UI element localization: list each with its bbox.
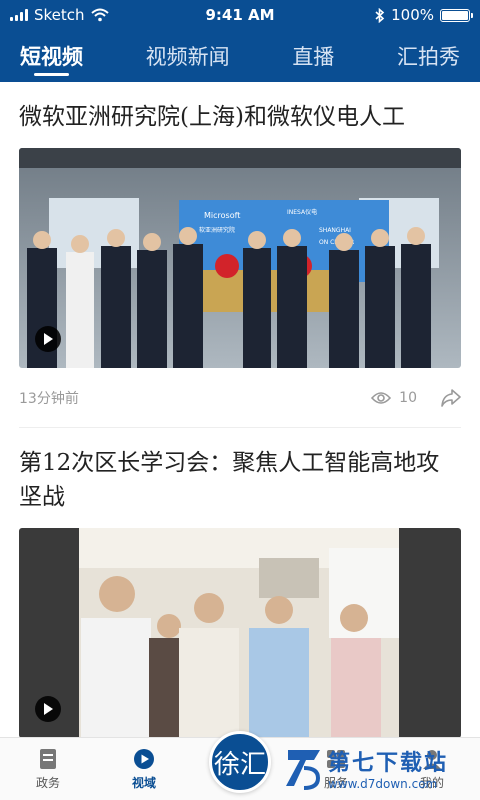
video-scene-illustration: Microsoft INESA仪电 软亚洲研究院 SHANGHAI ON CEN…	[19, 148, 461, 368]
sign-right-line: SHANGHAI	[319, 227, 351, 234]
article-card[interactable]: 第12次区长学习会：聚焦人工智能高地攻坚战	[0, 428, 480, 737]
article-title[interactable]: 微软亚洲研究院(上海)和微软仪电人工	[19, 82, 461, 134]
article-meta: 13分钟前 10	[19, 368, 461, 428]
video-thumbnail[interactable]: Microsoft INESA仪电 软亚洲研究院 SHANGHAI ON CEN…	[19, 148, 461, 368]
play-button[interactable]	[35, 326, 61, 352]
meta-actions: 10	[371, 388, 461, 407]
status-right: 100%	[375, 6, 473, 24]
carrier-name: Sketch	[34, 6, 85, 24]
play-button[interactable]	[35, 696, 61, 722]
play-circle-icon	[134, 748, 154, 769]
sign-left-line: 软亚洲研究院	[199, 226, 235, 234]
status-left: Sketch	[10, 6, 109, 24]
xuhui-logo[interactable]: 徐汇	[209, 731, 271, 793]
eye-icon	[371, 391, 392, 404]
battery-fill	[442, 10, 468, 20]
watermark-url: www.d7down.com	[328, 777, 438, 791]
share-icon[interactable]	[441, 388, 461, 407]
tabbar-label: 视域	[131, 775, 156, 790]
battery-percent: 100%	[391, 6, 434, 24]
battery-icon	[440, 8, 473, 22]
view-count: 10	[399, 389, 417, 406]
site-watermark: 第七下载站 www.d7down.com	[284, 740, 474, 796]
watermark-name: 第七下载站	[328, 751, 449, 776]
status-bar: Sketch 9:41 AM 100%	[0, 0, 480, 30]
bluetooth-icon	[375, 7, 385, 23]
sign-partner: INESA仪电	[287, 208, 317, 216]
signal-icon	[10, 9, 28, 21]
publish-time: 13分钟前	[19, 390, 79, 407]
play-icon	[44, 703, 53, 715]
document-icon	[40, 748, 56, 769]
video-scene-illustration	[19, 528, 461, 737]
tabbar-item-government[interactable]: 政务	[8, 748, 88, 791]
video-feed[interactable]: 微软亚洲研究院(上海)和微软仪电人工 Microsoft INESA仪电 软亚洲…	[0, 82, 480, 737]
tab-short-video[interactable]: 短视频	[20, 30, 83, 82]
article-card[interactable]: 微软亚洲研究院(上海)和微软仪电人工 Microsoft INESA仪电 软亚洲…	[0, 82, 480, 428]
tab-video-news[interactable]: 视频新闻	[146, 30, 230, 82]
article-title[interactable]: 第12次区长学习会：聚焦人工智能高地攻坚战	[19, 428, 461, 514]
wifi-icon	[90, 8, 109, 22]
tab-live[interactable]: 直播	[292, 30, 334, 82]
tab-photo-show[interactable]: 汇拍秀	[397, 30, 460, 82]
tabbar-label: 政务	[35, 775, 60, 790]
watermark-logo	[286, 750, 321, 790]
sign-brand: Microsoft	[204, 211, 240, 220]
play-icon	[44, 333, 53, 345]
video-thumbnail[interactable]	[19, 528, 461, 737]
tabbar-item-video[interactable]: 视域	[104, 748, 184, 791]
top-nav: 短视频 视频新闻 直播 汇拍秀	[0, 30, 480, 82]
watermark-text: 第七下载站 www.d7down.com	[328, 745, 448, 791]
tabbar-item-home-logo[interactable]: 徐汇	[200, 731, 280, 793]
